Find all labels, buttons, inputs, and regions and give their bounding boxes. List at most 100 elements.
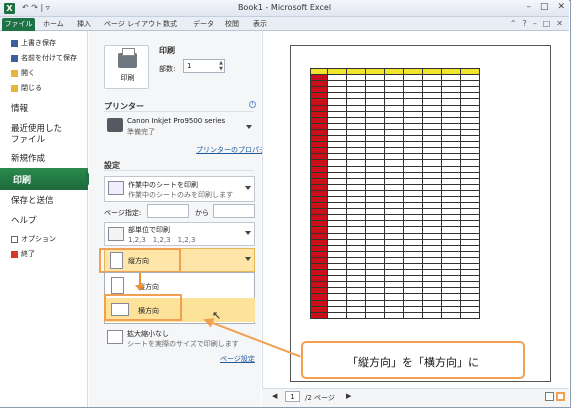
nav-print[interactable]: 印刷 (0, 168, 88, 190)
printer-device-icon (107, 118, 123, 132)
nav-recent-line2[interactable]: ファイル (11, 133, 45, 145)
title-bar: X ↶ ↷ | ▿ Book1 - Microsoft Excel – □ ✕ (0, 0, 569, 17)
grid-cell (384, 311, 404, 319)
portrait-page-icon (111, 277, 124, 294)
printer-icon (118, 48, 137, 68)
print-what-dropdown[interactable]: 作業中のシートを印刷 作業中のシートのみを印刷します (104, 176, 255, 202)
total-pages: /2 ページ (305, 394, 335, 402)
printer-dropdown[interactable]: Canon Inkjet Pro9500 series 準備完了 (104, 114, 255, 141)
page-number-input[interactable]: 1 (285, 391, 300, 402)
prev-page-icon[interactable]: ◀ (272, 392, 277, 400)
nav-close[interactable]: 閉じる (11, 83, 42, 93)
help-icon[interactable]: ? (522, 19, 526, 28)
grid-cell (422, 311, 442, 319)
open-folder-icon (11, 69, 18, 77)
grid-cell (365, 311, 385, 319)
tab-insert[interactable]: 挿入 (77, 18, 91, 31)
tab-home[interactable]: ホーム (43, 18, 64, 31)
options-icon (11, 235, 18, 243)
tab-data[interactable]: データ (193, 18, 214, 31)
chevron-down-icon (245, 231, 251, 235)
down-arrow-icon (135, 273, 145, 291)
nav-new[interactable]: 新規作成 (11, 152, 45, 164)
show-margins-icon[interactable] (545, 392, 554, 401)
print-section-title: 印刷 (159, 46, 175, 55)
tab-file[interactable]: ファイル (2, 18, 35, 31)
minimize-icon[interactable]: – (526, 2, 531, 12)
exit-icon (11, 250, 18, 258)
print-what-sub: 作業中のシートのみを印刷します (128, 191, 233, 199)
nav-options-label: オプション (21, 235, 56, 243)
close-folder-icon (11, 84, 18, 92)
nav-save-as[interactable]: 名前を付けて保存 (11, 53, 77, 63)
nav-open-label: 開く (21, 69, 35, 77)
printer-status: 準備完了 (127, 128, 155, 136)
nav-help[interactable]: ヘルプ (11, 214, 37, 226)
scaling-main: 拡大縮小なし (127, 330, 169, 338)
landscape-highlight-frame (104, 294, 182, 321)
maximize-icon[interactable]: □ (540, 2, 549, 12)
print-button[interactable]: 印刷 (104, 45, 149, 89)
chevron-down-icon (245, 186, 251, 190)
nav-open[interactable]: 開く (11, 68, 35, 78)
save-icon (11, 39, 18, 47)
window-title: Book1 - Microsoft Excel (237, 3, 332, 12)
tab-review[interactable]: 校閲 (225, 18, 239, 31)
pages-to-label: から (195, 209, 209, 217)
tab-page-layout[interactable]: ページ レイアウト (104, 18, 162, 31)
callout-text: 「縦方向」を「横方向」に (347, 356, 479, 369)
collate-sub: 1,2,3 1,2,3 1,2,3 (128, 236, 196, 244)
pages-from-input[interactable] (147, 204, 189, 218)
divider (104, 111, 254, 112)
collate-dropdown[interactable]: 部単位で印刷 1,2,3 1,2,3 1,2,3 (104, 222, 255, 246)
preview-grid (310, 67, 480, 319)
print-button-label: 印刷 (120, 74, 135, 82)
grid-cell (346, 311, 366, 319)
chevron-down-icon (245, 257, 251, 261)
sheet-icon (108, 181, 124, 195)
nav-options[interactable]: オプション (11, 234, 56, 244)
collate-main: 部単位で印刷 (128, 226, 170, 234)
print-what-main: 作業中のシートを印刷 (128, 181, 198, 189)
ribbon-tabs: ファイル ホーム 挿入 ページ レイアウト 数式 データ 校閲 表示 ⌃ ? –… (0, 17, 569, 31)
zoom-to-page-icon[interactable] (556, 392, 565, 401)
orientation-highlight-frame (99, 248, 181, 273)
chevron-down-icon (246, 124, 252, 129)
scaling-sub: シートを実際のサイズで印刷します (127, 340, 239, 348)
copies-spinner-icon[interactable]: ▲ ▼ (219, 60, 223, 72)
info-icon[interactable]: i (249, 101, 256, 108)
grid-cell (460, 311, 480, 319)
workbook-minimize-icon[interactable]: – (533, 19, 537, 28)
copies-label: 部数: (159, 65, 176, 73)
next-page-icon[interactable]: ▶ (346, 392, 351, 400)
nav-print-label: 印刷 (13, 176, 32, 186)
nav-close-label: 閉じる (21, 84, 42, 92)
page-setup-link[interactable]: ページ設定 (220, 354, 255, 364)
nav-save-as-label: 名前を付けて保存 (21, 54, 77, 62)
grid-cell (327, 311, 347, 319)
nav-save-send[interactable]: 保存と送信 (11, 194, 54, 206)
nav-save-label: 上書き保存 (21, 39, 56, 47)
scaling-icon (107, 330, 123, 344)
tab-view[interactable]: 表示 (253, 18, 267, 31)
save-as-icon (11, 54, 18, 62)
nav-exit[interactable]: 終了 (11, 249, 35, 259)
ribbon-minimize-icon[interactable]: ⌃ (510, 19, 517, 28)
grid-row-header (310, 311, 328, 319)
workbook-restore-icon[interactable]: □ (543, 19, 551, 28)
preview-sheet (310, 67, 480, 319)
printer-name: Canon Inkjet Pro9500 series (127, 117, 226, 125)
grid-cell (403, 311, 423, 319)
copies-input[interactable]: 1 ▲ ▼ (183, 59, 225, 73)
instruction-callout: 「縦方向」を「横方向」に (301, 341, 525, 379)
close-icon[interactable]: ✕ (557, 2, 565, 12)
grid-cell (441, 311, 461, 319)
tab-formulas[interactable]: 数式 (163, 18, 177, 31)
pages-to-input[interactable] (213, 204, 255, 218)
pages-label: ページ指定: (104, 209, 142, 217)
nav-save[interactable]: 上書き保存 (11, 38, 56, 48)
workbook-close-icon[interactable]: ✕ (556, 19, 563, 28)
nav-info[interactable]: 情報 (11, 102, 28, 114)
divider (104, 170, 254, 171)
collate-icon (108, 227, 124, 241)
